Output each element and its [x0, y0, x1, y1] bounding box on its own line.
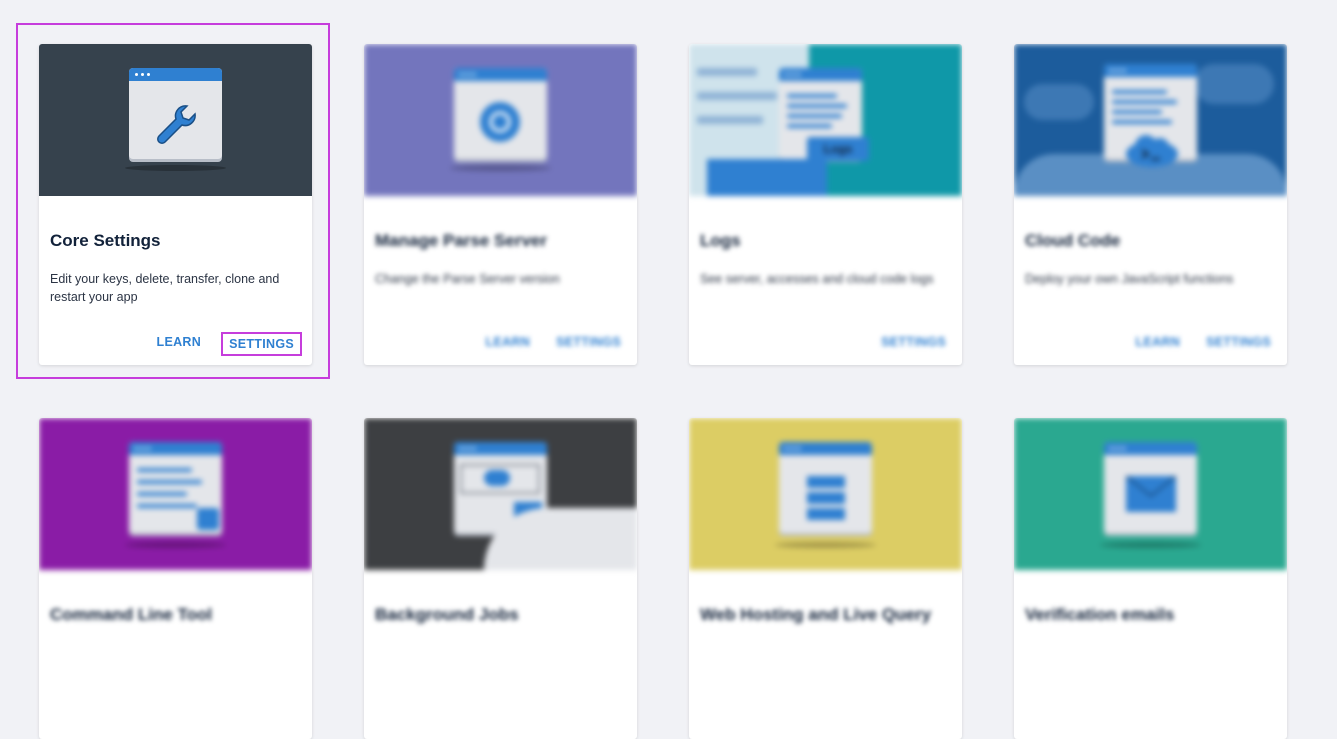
- card-banner: Logs: [689, 44, 962, 196]
- card-title: Command Line Tool: [50, 605, 213, 624]
- card-background-jobs: Background Jobs: [364, 418, 637, 739]
- card-title: Verification emails: [1025, 605, 1175, 624]
- learn-button[interactable]: LEARN: [151, 332, 208, 356]
- logs-badge: Logs: [807, 137, 869, 161]
- card-description: Edit your keys, delete, transfer, clone …: [50, 272, 280, 304]
- card-title: Web Hosting and Live Query: [700, 605, 932, 624]
- card-description: Deploy your own JavaScript functions: [1025, 272, 1234, 286]
- command-line-icon: [197, 508, 219, 530]
- learn-button[interactable]: LEARN: [1130, 332, 1187, 352]
- card-core-settings: Core Settings Edit your keys, delete, tr…: [39, 44, 312, 365]
- learn-button[interactable]: LEARN: [480, 332, 537, 352]
- card-logs: Logs Logs See server, accesses and cloud…: [689, 44, 962, 365]
- settings-button[interactable]: SETTINGS: [875, 332, 952, 352]
- terminal-cloud-icon: [1124, 132, 1180, 173]
- card-banner: [1014, 44, 1287, 196]
- web-hosting-icon: [807, 476, 845, 527]
- card-description: See server, accesses and cloud code logs: [700, 272, 934, 286]
- card-title: Background Jobs: [375, 605, 519, 624]
- card-banner: [1014, 418, 1287, 570]
- card-banner: [689, 418, 962, 570]
- background-jobs-icon: [484, 470, 510, 486]
- wrench-icon: [151, 100, 199, 153]
- card-description: Change the Parse Server version: [375, 272, 560, 286]
- card-title: Core Settings: [50, 231, 161, 250]
- card-manage-parse-server: Manage Parse Server Change the Parse Ser…: [364, 44, 637, 365]
- card-actions: LEARN SETTINGS: [151, 332, 302, 356]
- settings-button[interactable]: SETTINGS: [221, 332, 302, 356]
- envelope-icon: [1125, 475, 1177, 517]
- card-command-line-tool: Command Line Tool: [39, 418, 312, 739]
- card-cloud-code: Cloud Code Deploy your own JavaScript fu…: [1014, 44, 1287, 365]
- card-banner: [39, 44, 312, 196]
- settings-button[interactable]: SETTINGS: [1200, 332, 1277, 352]
- card-actions: LEARN SETTINGS: [480, 332, 627, 352]
- server-refresh-icon: [476, 98, 524, 151]
- card-banner: [364, 418, 637, 570]
- card-web-hosting: Web Hosting and Live Query: [689, 418, 962, 739]
- card-title: Cloud Code: [1025, 231, 1121, 250]
- card-banner: [39, 418, 312, 570]
- card-banner: [364, 44, 637, 196]
- card-actions: SETTINGS: [875, 332, 952, 352]
- card-verification-emails: Verification emails: [1014, 418, 1287, 739]
- card-title: Logs: [700, 231, 741, 250]
- settings-button[interactable]: SETTINGS: [550, 332, 627, 352]
- card-title: Manage Parse Server: [375, 231, 547, 250]
- card-actions: LEARN SETTINGS: [1130, 332, 1277, 352]
